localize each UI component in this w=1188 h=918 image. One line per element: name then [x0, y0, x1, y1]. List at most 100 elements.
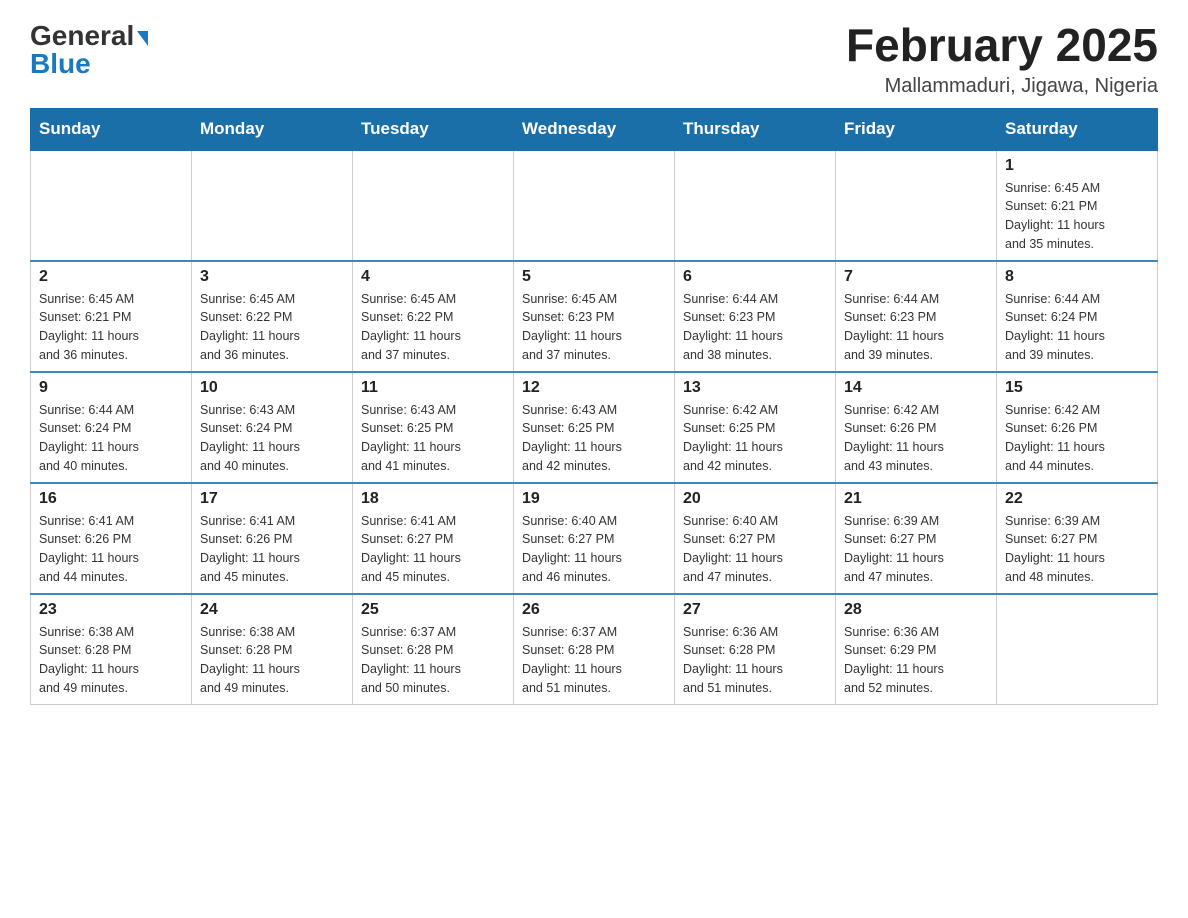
table-row: 13Sunrise: 6:42 AM Sunset: 6:25 PM Dayli… — [675, 372, 836, 483]
day-info: Sunrise: 6:38 AM Sunset: 6:28 PM Dayligh… — [200, 623, 344, 698]
day-number: 28 — [844, 601, 988, 619]
col-tuesday: Tuesday — [353, 108, 514, 150]
table-row: 4 Sunrise: 6:45 AM Sunset: 6:22 PM Daylig… — [353, 261, 514, 372]
day-number: 1 — [1005, 157, 1149, 175]
col-sunday: Sunday — [31, 108, 192, 150]
table-row: 27 Sunrise: 6:36 AM Sunset: 6:28 PM Dayli… — [675, 594, 836, 705]
day-info: Sunrise: 6:45 AM Sunset: 6:23 PM Dayligh… — [522, 290, 666, 365]
day-number: 23 — [39, 601, 183, 619]
day-number: 8 — [1005, 268, 1149, 286]
day-number: 14 — [844, 379, 988, 397]
table-row: 10Sunrise: 6:43 AM Sunset: 6:24 PM Dayli… — [192, 372, 353, 483]
day-number: 25 — [361, 601, 505, 619]
day-info: Sunrise: 6:45 AM Sunset: 6:22 PM Dayligh… — [200, 290, 344, 365]
day-number: 3 — [200, 268, 344, 286]
table-row: 23 Sunrise: 6:38 AM Sunset: 6:28 PM Dayli… — [31, 594, 192, 705]
table-row: 8 Sunrise: 6:44 AM Sunset: 6:24 PM Daylig… — [997, 261, 1158, 372]
day-number: 4 — [361, 268, 505, 286]
day-info: Sunrise: 6:44 AM Sunset: 6:23 PM Dayligh… — [683, 290, 827, 365]
day-info: Sunrise: 6:44 AM Sunset: 6:24 PM Dayligh… — [1005, 290, 1149, 365]
day-info: Sunrise: 6:39 AM Sunset: 6:27 PM Dayligh… — [1005, 512, 1149, 587]
day-info: Sunrise: 6:36 AM Sunset: 6:28 PM Dayligh… — [683, 623, 827, 698]
table-row: 6 Sunrise: 6:44 AM Sunset: 6:23 PM Daylig… — [675, 261, 836, 372]
day-info: Sunrise: 6:37 AM Sunset: 6:28 PM Dayligh… — [522, 623, 666, 698]
table-row: 19Sunrise: 6:40 AM Sunset: 6:27 PM Dayli… — [514, 483, 675, 594]
day-info: Sunrise: 6:42 AM Sunset: 6:26 PM Dayligh… — [1005, 401, 1149, 476]
calendar-week-row: 2 Sunrise: 6:45 AM Sunset: 6:21 PM Daylig… — [31, 261, 1158, 372]
col-thursday: Thursday — [675, 108, 836, 150]
logo-blue-text: Blue — [30, 48, 91, 80]
day-number: 22 — [1005, 490, 1149, 508]
day-number: 2 — [39, 268, 183, 286]
calendar-week-row: 16 Sunrise: 6:41 AM Sunset: 6:26 PM Dayli… — [31, 483, 1158, 594]
table-row — [192, 150, 353, 261]
table-row: 12Sunrise: 6:43 AM Sunset: 6:25 PM Dayli… — [514, 372, 675, 483]
day-number: 16 — [39, 490, 183, 508]
table-row: 28 Sunrise: 6:36 AM Sunset: 6:29 PM Dayli… — [836, 594, 997, 705]
location-text: Mallammaduri, Jigawa, Nigeria — [846, 75, 1158, 98]
day-number: 15 — [1005, 379, 1149, 397]
calendar-week-row: 1Sunrise: 6:45 AM Sunset: 6:21 PM Daylig… — [31, 150, 1158, 261]
day-number: 7 — [844, 268, 988, 286]
title-block: February 2025 Mallammaduri, Jigawa, Nige… — [846, 20, 1158, 98]
day-info: Sunrise: 6:45 AM Sunset: 6:21 PM Dayligh… — [39, 290, 183, 365]
table-row: 22 Sunrise: 6:39 AM Sunset: 6:27 PM Dayli… — [997, 483, 1158, 594]
day-number: 18 — [361, 490, 505, 508]
col-monday: Monday — [192, 108, 353, 150]
table-row: 3 Sunrise: 6:45 AM Sunset: 6:22 PM Daylig… — [192, 261, 353, 372]
table-row: 1Sunrise: 6:45 AM Sunset: 6:21 PM Daylig… — [997, 150, 1158, 261]
day-number: 27 — [683, 601, 827, 619]
month-title: February 2025 — [846, 20, 1158, 71]
day-info: Sunrise: 6:39 AM Sunset: 6:27 PM Dayligh… — [844, 512, 988, 587]
page-header: General Blue February 2025 Mallammaduri,… — [30, 20, 1158, 98]
day-number: 10 — [200, 379, 344, 397]
calendar-table: Sunday Monday Tuesday Wednesday Thursday… — [30, 108, 1158, 705]
table-row: 20 Sunrise: 6:40 AM Sunset: 6:27 PM Dayli… — [675, 483, 836, 594]
table-row — [514, 150, 675, 261]
table-row: 25 Sunrise: 6:37 AM Sunset: 6:28 PM Dayli… — [353, 594, 514, 705]
day-info: Sunrise: 6:36 AM Sunset: 6:29 PM Dayligh… — [844, 623, 988, 698]
day-number: 20 — [683, 490, 827, 508]
day-number: 26 — [522, 601, 666, 619]
day-info: Sunrise: 6:42 AM Sunset: 6:26 PM Dayligh… — [844, 401, 988, 476]
table-row: 9 Sunrise: 6:44 AM Sunset: 6:24 PM Daylig… — [31, 372, 192, 483]
day-info: Sunrise: 6:41 AM Sunset: 6:26 PM Dayligh… — [39, 512, 183, 587]
day-info: Sunrise: 6:44 AM Sunset: 6:24 PM Dayligh… — [39, 401, 183, 476]
table-row: 2 Sunrise: 6:45 AM Sunset: 6:21 PM Daylig… — [31, 261, 192, 372]
table-row: 15 Sunrise: 6:42 AM Sunset: 6:26 PM Dayli… — [997, 372, 1158, 483]
day-number: 9 — [39, 379, 183, 397]
day-number: 19 — [522, 490, 666, 508]
day-info: Sunrise: 6:44 AM Sunset: 6:23 PM Dayligh… — [844, 290, 988, 365]
day-info: Sunrise: 6:37 AM Sunset: 6:28 PM Dayligh… — [361, 623, 505, 698]
day-number: 21 — [844, 490, 988, 508]
day-info: Sunrise: 6:40 AM Sunset: 6:27 PM Dayligh… — [683, 512, 827, 587]
table-row: 21 Sunrise: 6:39 AM Sunset: 6:27 PM Dayli… — [836, 483, 997, 594]
table-row: 17 Sunrise: 6:41 AM Sunset: 6:26 PM Dayli… — [192, 483, 353, 594]
day-number: 6 — [683, 268, 827, 286]
day-number: 11 — [361, 379, 505, 397]
table-row: 26 Sunrise: 6:37 AM Sunset: 6:28 PM Dayli… — [514, 594, 675, 705]
day-number: 17 — [200, 490, 344, 508]
day-info: Sunrise: 6:41 AM Sunset: 6:27 PM Dayligh… — [361, 512, 505, 587]
table-row — [353, 150, 514, 261]
table-row: 14 Sunrise: 6:42 AM Sunset: 6:26 PM Dayli… — [836, 372, 997, 483]
table-row: 16 Sunrise: 6:41 AM Sunset: 6:26 PM Dayli… — [31, 483, 192, 594]
table-row: 24Sunrise: 6:38 AM Sunset: 6:28 PM Dayli… — [192, 594, 353, 705]
table-row: 7 Sunrise: 6:44 AM Sunset: 6:23 PM Daylig… — [836, 261, 997, 372]
day-info: Sunrise: 6:38 AM Sunset: 6:28 PM Dayligh… — [39, 623, 183, 698]
calendar-week-row: 9 Sunrise: 6:44 AM Sunset: 6:24 PM Daylig… — [31, 372, 1158, 483]
logo-triangle-icon — [137, 31, 148, 46]
col-saturday: Saturday — [997, 108, 1158, 150]
table-row: 11Sunrise: 6:43 AM Sunset: 6:25 PM Dayli… — [353, 372, 514, 483]
table-row: 18 Sunrise: 6:41 AM Sunset: 6:27 PM Dayli… — [353, 483, 514, 594]
day-info: Sunrise: 6:41 AM Sunset: 6:26 PM Dayligh… — [200, 512, 344, 587]
table-row — [997, 594, 1158, 705]
day-number: 13 — [683, 379, 827, 397]
logo: General Blue — [30, 20, 148, 80]
calendar-week-row: 23 Sunrise: 6:38 AM Sunset: 6:28 PM Dayli… — [31, 594, 1158, 705]
table-row — [675, 150, 836, 261]
col-friday: Friday — [836, 108, 997, 150]
day-info: Sunrise: 6:45 AM Sunset: 6:22 PM Dayligh… — [361, 290, 505, 365]
day-number: 5 — [522, 268, 666, 286]
table-row: 5 Sunrise: 6:45 AM Sunset: 6:23 PM Daylig… — [514, 261, 675, 372]
